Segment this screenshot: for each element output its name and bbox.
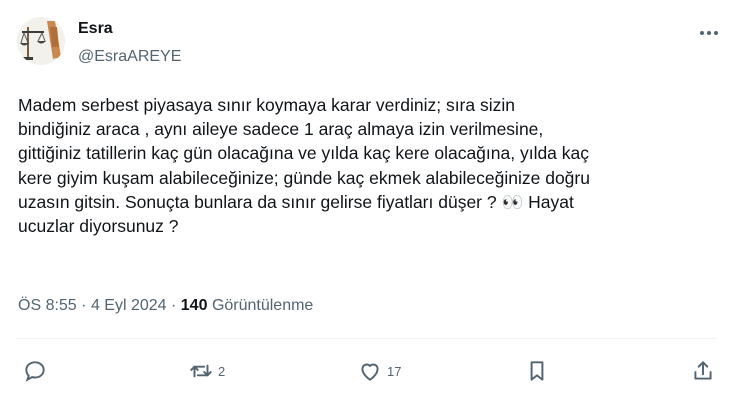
reply-icon — [25, 361, 45, 382]
tweet-time[interactable]: ÖS 8:55 — [18, 297, 77, 314]
like-count: 17 — [387, 363, 402, 379]
retweet-icon — [190, 364, 212, 378]
views-count: 140 — [180, 297, 208, 314]
bookmark-icon — [530, 361, 544, 381]
reply-button[interactable] — [22, 357, 52, 385]
meta-separator: · — [81, 297, 87, 314]
meta-separator: · — [171, 297, 177, 314]
author-handle[interactable]: @EsraAREYE — [78, 48, 181, 66]
share-icon — [694, 361, 712, 380]
views-label: Görüntülenme — [211, 297, 314, 314]
tweet-meta: ÖS 8:55 · 4 Eyl 2024 · 140 Görüntülenme — [18, 297, 313, 315]
retweet-button[interactable]: 2 — [188, 357, 225, 385]
more-options-icon[interactable] — [698, 26, 720, 40]
share-button[interactable] — [690, 357, 716, 385]
tweet-text: Madem serbest piyasaya sınır koymaya kar… — [18, 95, 590, 237]
tweet-date[interactable]: 4 Eyl 2024 — [91, 297, 167, 314]
author-name[interactable]: Esra — [78, 20, 113, 38]
bookmark-button[interactable] — [524, 357, 550, 385]
like-button[interactable]: 17 — [357, 357, 401, 385]
divider — [16, 338, 716, 339]
heart-icon — [361, 363, 379, 381]
retweet-count: 2 — [218, 363, 226, 379]
avatar[interactable] — [17, 17, 65, 65]
scales-of-justice-icon — [17, 17, 65, 65]
